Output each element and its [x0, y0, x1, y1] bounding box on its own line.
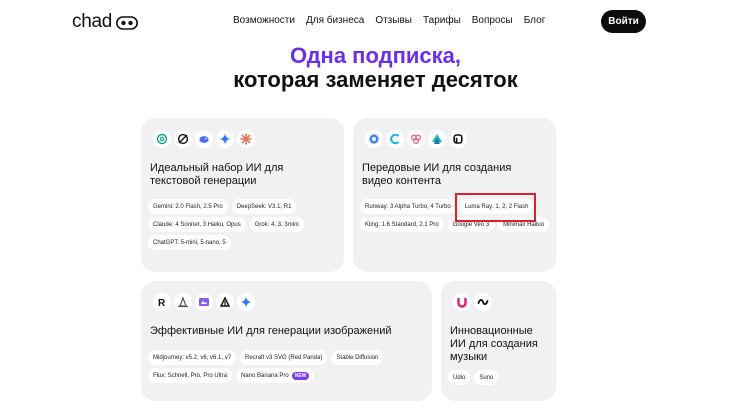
card-icons — [453, 293, 492, 311]
gemini-icon — [237, 293, 255, 311]
suno-icon — [474, 293, 492, 311]
card-text-generation: Идеальный набор ИИ для текстовой генерац… — [141, 118, 344, 272]
card-title: Эффективные ИИ для генерации изображений — [150, 325, 392, 337]
model-chip[interactable]: Udio — [448, 370, 471, 385]
nav-link-pricing[interactable]: Тарифы — [423, 15, 461, 26]
card-icons: R — [153, 293, 255, 311]
model-chip[interactable]: Flux: Schnell, Pro, Pro Ultra — [148, 368, 233, 383]
model-chip[interactable]: ChatGPT: 5-mini, 5-nano, 5 — [148, 235, 231, 250]
card-title: Передовые ИИ для создания видео контента — [362, 162, 512, 187]
recraft-icon: R — [153, 293, 171, 311]
stable-diffusion-icon — [195, 293, 213, 311]
logo[interactable]: chad — [72, 11, 139, 33]
runway-icon — [386, 130, 404, 148]
card-icons — [153, 130, 255, 148]
highlight-box — [455, 193, 536, 222]
grok-icon — [174, 130, 192, 148]
model-chip[interactable]: Gemini: 2.0 Flash, 2.5 Pro — [148, 199, 228, 214]
model-chip[interactable]: Recraft v3 SVG (Red Panda) — [240, 350, 328, 365]
login-button[interactable]: Войти — [601, 10, 646, 33]
model-chip[interactable]: Stable Diffusion — [331, 350, 384, 365]
model-chip[interactable]: Grok: 4, 3, 3mini — [249, 217, 304, 232]
hero-heading: Одна подписка, которая заменяет десяток — [0, 44, 751, 92]
main-nav: Возможности Для бизнеса Отзывы Тарифы Во… — [233, 15, 556, 26]
nav-link-faq[interactable]: Вопросы — [472, 15, 513, 26]
model-chip[interactable]: DeepSeek: V3.1, R1 — [231, 199, 297, 214]
midjourney-icon — [174, 293, 192, 311]
chad-face-icon — [116, 16, 139, 30]
udio-icon — [453, 293, 471, 311]
model-chip[interactable]: Midjourney: v5.2, v6, v6.1, v7 — [148, 350, 237, 365]
nav-link-blog[interactable]: Блог — [524, 15, 546, 26]
model-chips: Udio Suno — [448, 370, 553, 385]
hero-title: которая заменяет десяток — [233, 67, 518, 92]
kling-icon — [407, 130, 425, 148]
card-title: Идеальный набор ИИ для текстовой генерац… — [150, 162, 284, 187]
claude-icon — [237, 130, 255, 148]
model-chip[interactable]: Kling: 1.6 Standard, 2.1 Pro — [360, 217, 444, 232]
hero-title-accent: Одна подписка, — [290, 43, 461, 68]
model-chip-label: Nano Banana Pro — [241, 372, 289, 379]
model-chip[interactable]: Claude: 4 Sonnet, 3 Haiku, Opus — [148, 217, 246, 232]
card-icons — [365, 130, 467, 148]
model-chips: Gemini: 2.0 Flash, 2.5 Pro DeepSeek: V3.… — [148, 199, 344, 250]
nav-link-reviews[interactable]: Отзывы — [375, 15, 412, 26]
deepseek-icon — [195, 130, 213, 148]
nav-link-business[interactable]: Для бизнеса — [306, 15, 364, 26]
openai-icon — [153, 130, 171, 148]
new-badge: NEW — [291, 371, 310, 380]
logo-text: chad — [72, 11, 113, 32]
nav-link-features[interactable]: Возможности — [233, 15, 295, 26]
model-chips: Midjourney: v5.2, v6, v6.1, v7 Recraft v… — [148, 350, 428, 383]
model-chip-with-badge[interactable]: Nano Banana Pro NEW — [236, 368, 315, 383]
model-chip[interactable]: Runway: 3 Alpha Turbo, 4 Turbo — [360, 199, 456, 214]
minimax-icon — [428, 130, 446, 148]
svg-text:R: R — [158, 298, 166, 308]
card-title: Инновационные ИИ для создания музыки — [450, 325, 538, 363]
veo-icon — [365, 130, 383, 148]
card-image-generation: R Эффективные ИИ для генерации изображен… — [141, 281, 432, 401]
card-music-generation: Инновационные ИИ для создания музыки Udi… — [441, 281, 556, 401]
model-chip[interactable]: Suno — [474, 370, 499, 385]
gemini-icon — [216, 130, 234, 148]
luma-icon — [449, 130, 467, 148]
flux-icon — [216, 293, 234, 311]
